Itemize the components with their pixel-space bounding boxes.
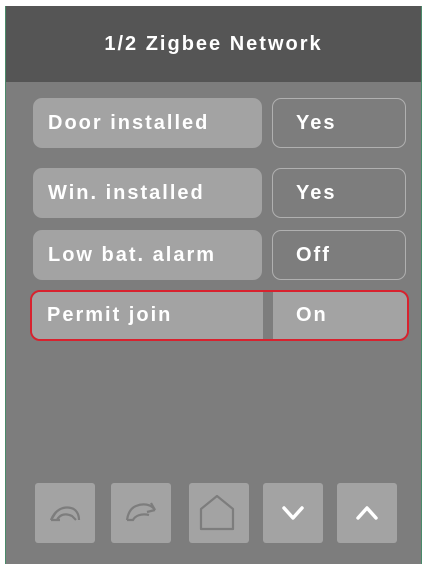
undo-icon [49,506,81,522]
redo-button[interactable] [111,483,171,543]
chevron-up-icon [356,506,378,520]
setting-label: Low bat. alarm [33,230,262,280]
page-title: 1/2 Zigbee Network [104,32,323,55]
down-button[interactable] [263,483,323,543]
home-button[interactable] [189,483,249,543]
setting-value-button[interactable]: On [273,292,407,339]
chevron-down-icon [282,506,304,520]
setting-row-permit-join[interactable]: Permit join On [30,290,409,341]
undo-button[interactable] [35,483,95,543]
home-icon [199,494,235,531]
thermostat-screen: 1/2 Zigbee Network Door installed Yes Wi… [5,6,422,564]
setting-label: Win. installed [33,168,262,218]
setting-row-low-bat-alarm[interactable]: Low bat. alarm Off [31,230,408,280]
up-button[interactable] [337,483,397,543]
header-bar: 1/2 Zigbee Network [6,6,421,82]
setting-value-button[interactable]: Off [272,230,406,280]
setting-value-button[interactable]: Yes [272,98,406,148]
setting-row-win-installed[interactable]: Win. installed Yes [31,168,408,218]
setting-row-door-installed[interactable]: Door installed Yes [31,98,408,148]
setting-label: Door installed [33,98,262,148]
setting-value-button[interactable]: Yes [272,168,406,218]
setting-label: Permit join [32,292,263,339]
redo-icon [125,502,156,522]
